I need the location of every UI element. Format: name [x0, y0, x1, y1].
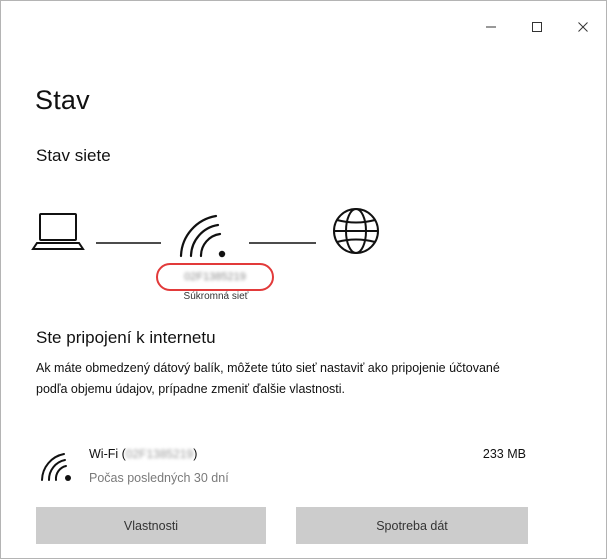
ssid-label: 02F1385219 — [184, 271, 246, 283]
wifi-network-name: Wi-Fi (02F1385219) — [89, 447, 197, 461]
connection-description: Ak máte obmedzený dátový balík, môžete t… — [36, 361, 500, 396]
close-button[interactable] — [560, 13, 606, 41]
minimize-button[interactable] — [468, 13, 514, 41]
wifi-icon — [179, 214, 226, 258]
laptop-icon — [31, 213, 85, 250]
caption-buttons — [468, 13, 606, 41]
page-title: Stav — [35, 85, 90, 115]
wifi-icon — [41, 453, 71, 481]
minimize-icon — [486, 26, 496, 28]
close-icon — [578, 22, 588, 32]
network-type-label: Súkromná sieť — [183, 291, 249, 302]
maximize-button[interactable] — [514, 13, 560, 41]
properties-button[interactable]: Vlastnosti — [36, 507, 266, 544]
wifi-label-suffix: ) — [193, 447, 198, 461]
usage-period: Počas posledných 30 dní — [89, 471, 229, 485]
maximize-icon — [532, 22, 542, 32]
data-usage-amount: 233 MB — [482, 447, 526, 461]
wifi-ssid: 02F1385219 — [125, 447, 194, 461]
ssid-highlight: 02F1385219 — [156, 263, 274, 291]
network-status-window: Stav Stav siete 02F1385219 Súkromná sieť… — [0, 0, 607, 559]
section-title: Stav siete — [36, 146, 111, 165]
data-usage-button[interactable]: Spotreba dát — [296, 507, 528, 544]
connection-heading: Ste pripojení k internetu — [36, 328, 216, 347]
globe-icon — [333, 208, 379, 254]
wifi-label-prefix: Wi-Fi ( — [89, 447, 126, 461]
